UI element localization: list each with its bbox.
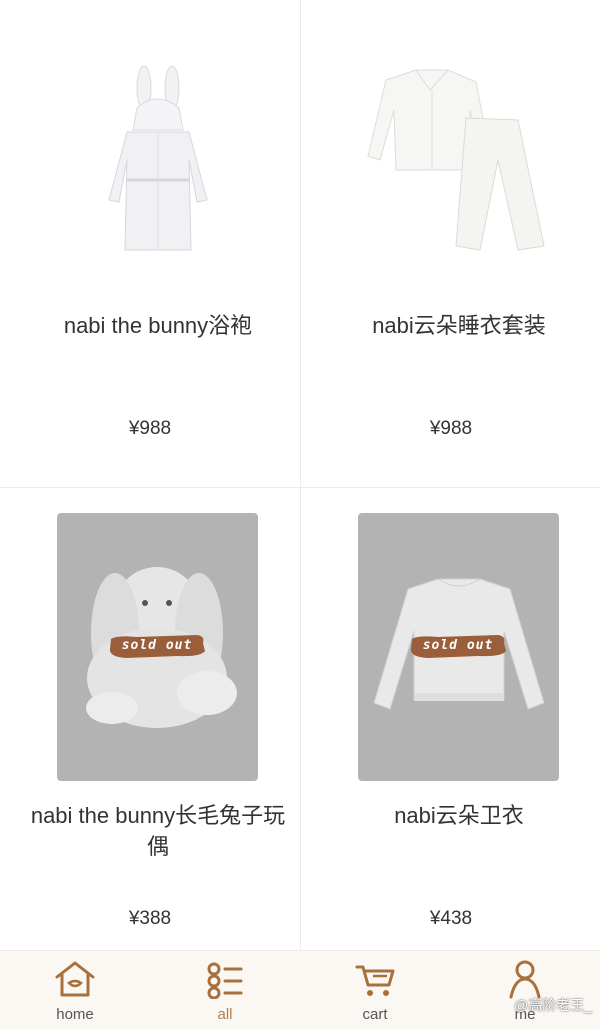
product-image[interactable]: [358, 60, 559, 260]
product-image[interactable]: sold out: [358, 513, 559, 781]
tab-home[interactable]: home: [0, 951, 150, 1029]
tab-label: cart: [362, 1006, 388, 1023]
tab-all[interactable]: all: [150, 951, 300, 1029]
product-image[interactable]: sold out: [57, 513, 258, 781]
product-card[interactable]: sold out nabi the bunny长毛兔子玩偶 ¥388: [0, 488, 300, 963]
home-icon: [55, 961, 95, 997]
person-icon: [509, 960, 541, 999]
product-name[interactable]: nabi云朵卫衣: [321, 800, 597, 831]
product-name[interactable]: nabi the bunny长毛兔子玩偶: [20, 800, 296, 862]
product-price: ¥438: [429, 908, 473, 929]
list-icon: [207, 962, 243, 999]
tab-me[interactable]: me: [450, 951, 600, 1029]
product-price: ¥388: [128, 908, 172, 929]
watermark: @高阶老王_: [514, 997, 592, 1013]
product-card[interactable]: nabi the bunny浴袍 ¥988: [0, 0, 300, 475]
product-name[interactable]: nabi云朵睡衣套装: [321, 310, 597, 341]
cart-icon: [355, 965, 395, 996]
tab-label: all: [217, 1006, 233, 1023]
tab-cart[interactable]: cart: [300, 951, 450, 1029]
bottom-tab-bar: home all cart me @高阶老王_: [0, 950, 600, 1029]
bathrobe-image: [108, 65, 208, 251]
pajama-set-image: [367, 69, 545, 251]
tab-label: home: [56, 1006, 94, 1023]
sold-out-badge: sold out: [408, 633, 508, 659]
product-card[interactable]: nabi云朵睡衣套装 ¥988: [301, 0, 600, 475]
product-grid: nabi the bunny浴袍 ¥988 nabi云朵睡衣套装 ¥988 so…: [0, 0, 600, 950]
product-card[interactable]: sold out nabi云朵卫衣 ¥438: [301, 488, 600, 963]
product-price: ¥988: [128, 418, 172, 439]
product-image[interactable]: [57, 60, 258, 260]
product-name[interactable]: nabi the bunny浴袍: [20, 310, 296, 341]
product-price: ¥988: [429, 418, 473, 439]
sold-out-badge: sold out: [107, 633, 207, 659]
